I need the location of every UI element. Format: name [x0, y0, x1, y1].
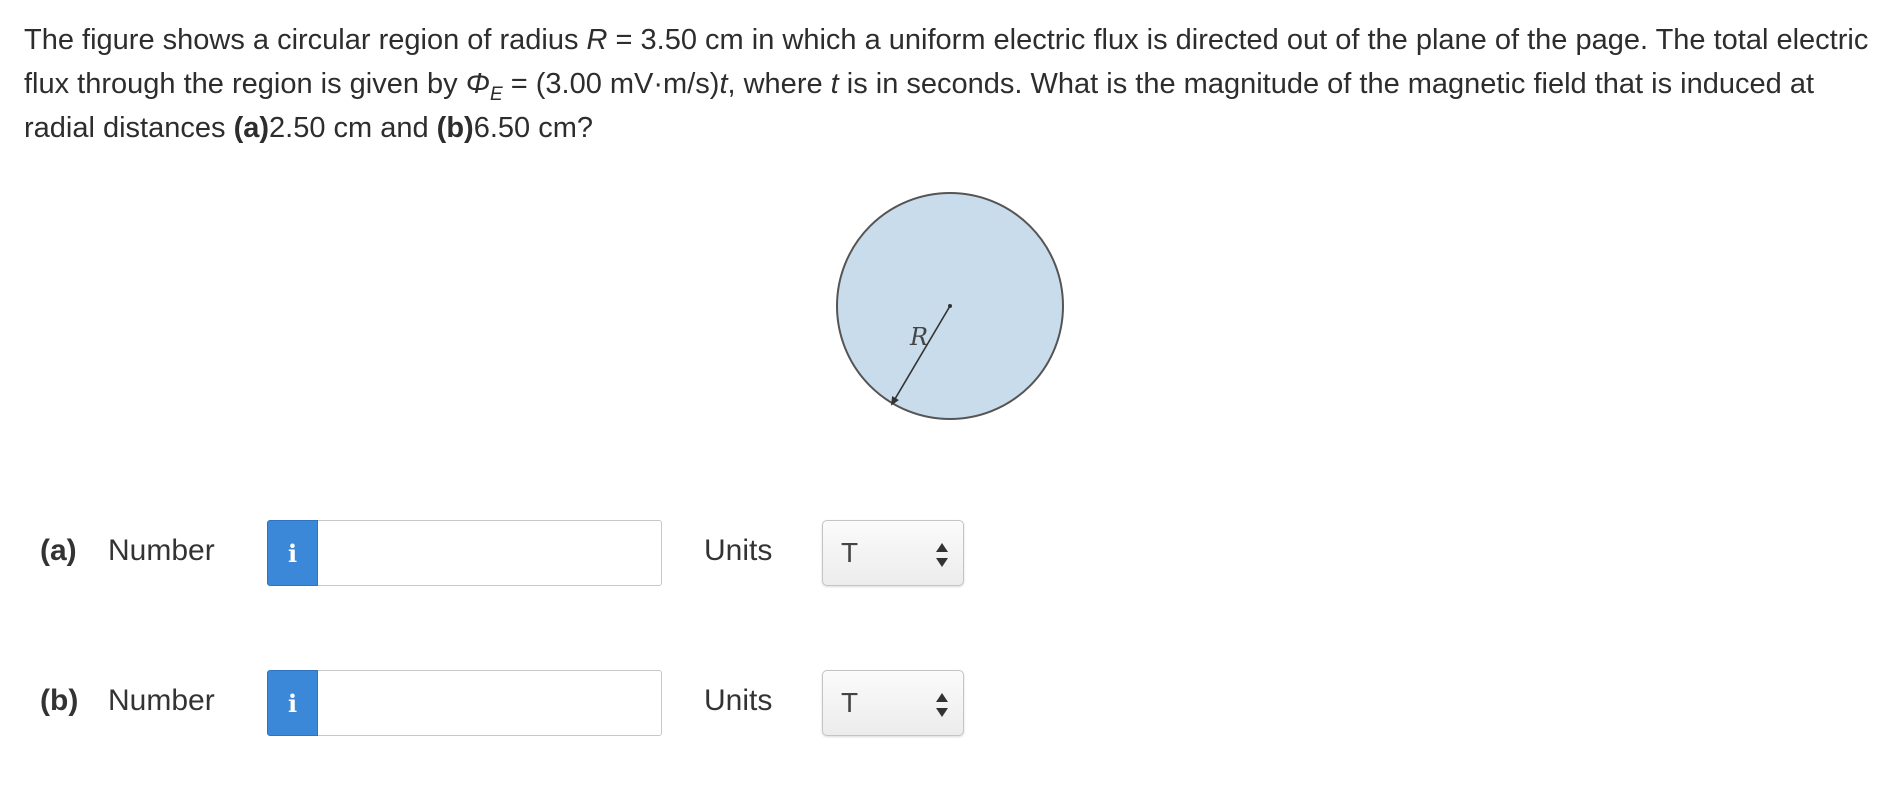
units-selected-value: T	[841, 687, 859, 718]
units-label: Units	[704, 684, 773, 717]
part-b-number-input[interactable]	[318, 670, 662, 736]
select-arrows-icon	[936, 693, 948, 717]
part-a-label: (a)	[40, 534, 77, 567]
circular-region-figure: R	[836, 192, 1064, 420]
part-b-label: (b)	[40, 684, 79, 717]
part-b-row: (b) Number i Units T	[0, 670, 1000, 736]
units-selected-value: T	[841, 537, 859, 568]
question-text: The figure shows a circular region of ra…	[24, 24, 1869, 144]
part-a-row: (a) Number i Units T	[0, 520, 1000, 586]
radius-label: R	[909, 323, 928, 351]
info-icon[interactable]: i	[267, 520, 318, 586]
number-label: Number	[108, 534, 215, 567]
select-arrows-icon	[936, 543, 948, 567]
info-icon[interactable]: i	[267, 670, 318, 736]
part-a-units-select[interactable]: T	[822, 520, 964, 586]
units-label: Units	[704, 534, 773, 567]
part-a-number-input[interactable]	[318, 520, 662, 586]
number-label: Number	[108, 684, 215, 717]
part-b-units-select[interactable]: T	[822, 670, 964, 736]
